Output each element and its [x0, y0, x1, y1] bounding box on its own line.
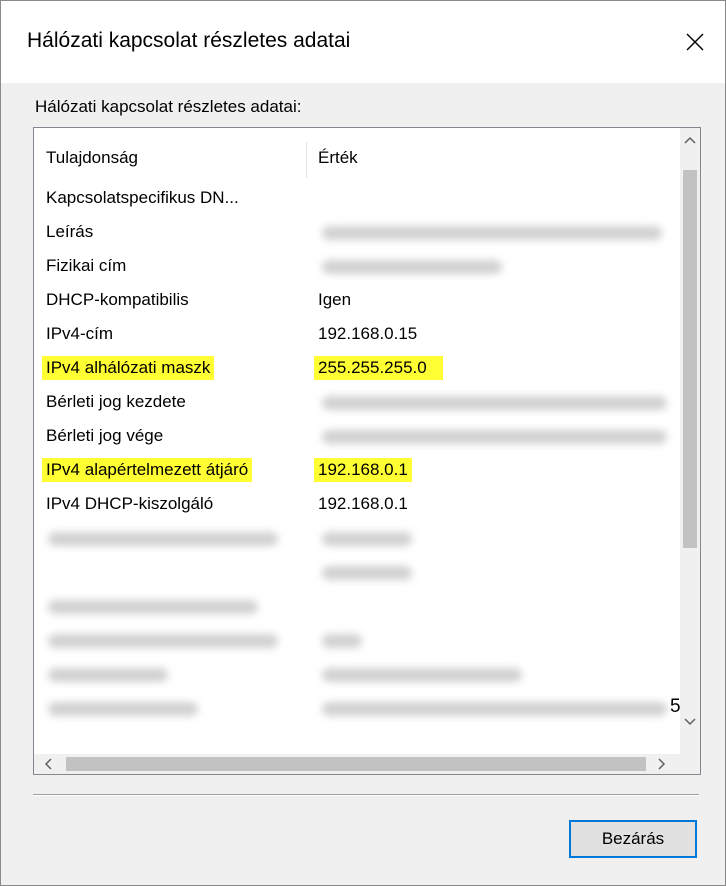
network-details-dialog: Hálózati kapcsolat részletes adatai Háló… — [0, 0, 726, 886]
title-bar: Hálózati kapcsolat részletes adatai — [1, 1, 725, 83]
scroll-up-button[interactable] — [680, 130, 700, 150]
row-property: IPv4 alhálózati maszk — [42, 356, 215, 380]
row-property: IPv4-cím — [46, 324, 114, 343]
redacted-value — [322, 396, 667, 410]
row-property: Leírás — [46, 222, 94, 241]
horizontal-scroll-thumb[interactable] — [66, 757, 646, 771]
redacted-property — [48, 600, 258, 614]
column-divider[interactable] — [306, 142, 307, 178]
horizontal-scrollbar[interactable] — [34, 754, 680, 774]
row-property: Bérleti jog kezdete — [46, 392, 186, 411]
redacted-value — [322, 430, 667, 444]
list-row[interactable]: Leírás — [34, 214, 680, 248]
list-row[interactable] — [34, 656, 680, 690]
chevron-right-icon — [658, 758, 666, 770]
row-property: IPv4 alapértelmezett átjáró — [42, 458, 253, 482]
redacted-property — [48, 634, 278, 648]
chevron-down-icon — [684, 718, 696, 726]
redacted-value — [322, 634, 362, 648]
redacted-property — [48, 532, 278, 546]
row-property: Fizikai cím — [46, 256, 127, 275]
row-property: IPv4 DHCP-kiszolgáló — [46, 494, 214, 513]
row-value: 255.255.255.0 — [314, 356, 443, 380]
row-property: Bérleti jog vége — [46, 426, 164, 445]
redacted-value — [322, 668, 522, 682]
row-property: Kapcsolatspecifikus DN... — [46, 188, 239, 207]
vertical-scrollbar[interactable] — [680, 128, 700, 754]
list-rows: Kapcsolatspecifikus DN... Leírás Fizikai… — [34, 180, 680, 724]
divider-highlight — [33, 795, 699, 796]
redacted-property — [48, 702, 198, 716]
truncated-value-glyph: 5 — [670, 696, 681, 717]
redacted-value — [322, 226, 662, 240]
list-row[interactable] — [34, 622, 680, 656]
dialog-title: Hálózati kapcsolat részletes adatai — [27, 29, 351, 52]
list-row[interactable]: IPv4 alapértelmezett átjáró 192.168.0.1 — [34, 452, 680, 486]
close-icon — [686, 33, 704, 51]
redacted-value — [322, 566, 412, 580]
scrollbar-corner — [680, 754, 700, 774]
list-row[interactable]: Kapcsolatspecifikus DN... — [34, 180, 680, 214]
chevron-left-icon — [44, 758, 52, 770]
details-group-label: Hálózati kapcsolat részletes adatai: — [35, 97, 302, 116]
redacted-property — [48, 668, 168, 682]
column-header-value[interactable]: Érték — [318, 148, 358, 168]
scroll-right-button[interactable] — [652, 754, 672, 774]
redacted-value — [322, 702, 667, 716]
row-value: 192.168.0.15 — [318, 324, 418, 343]
details-list-view[interactable]: Tulajdonság Érték Kapcsolatspecifikus DN… — [33, 127, 701, 775]
list-row[interactable]: Bérleti jog kezdete — [34, 384, 680, 418]
redacted-value — [322, 260, 502, 274]
list-row[interactable] — [34, 520, 680, 554]
list-row[interactable] — [34, 690, 680, 724]
list-header: Tulajdonság Érték — [34, 128, 680, 180]
list-row[interactable]: Fizikai cím — [34, 248, 680, 282]
list-row[interactable]: Bérleti jog vége — [34, 418, 680, 452]
chevron-up-icon — [684, 136, 696, 144]
close-window-button[interactable] — [665, 1, 725, 83]
redacted-value — [322, 532, 412, 546]
list-row[interactable] — [34, 554, 680, 588]
list-row[interactable]: IPv4 DHCP-kiszolgáló 192.168.0.1 — [34, 486, 680, 520]
close-button[interactable]: Bezárás — [569, 820, 697, 858]
row-value: 192.168.0.1 — [318, 494, 408, 513]
column-header-property[interactable]: Tulajdonság — [46, 148, 138, 168]
row-property: DHCP-kompatibilis — [46, 290, 189, 309]
list-row[interactable]: DHCP-kompatibilis Igen — [34, 282, 680, 316]
scroll-left-button[interactable] — [38, 754, 58, 774]
row-value: 192.168.0.1 — [314, 458, 412, 482]
list-row[interactable] — [34, 588, 680, 622]
row-value: Igen — [318, 290, 352, 309]
scroll-down-button[interactable] — [680, 712, 700, 732]
vertical-scroll-thumb[interactable] — [683, 170, 697, 548]
list-row[interactable]: IPv4 alhálózati maszk 255.255.255.0 — [34, 350, 680, 384]
list-row[interactable]: IPv4-cím 192.168.0.15 — [34, 316, 680, 350]
